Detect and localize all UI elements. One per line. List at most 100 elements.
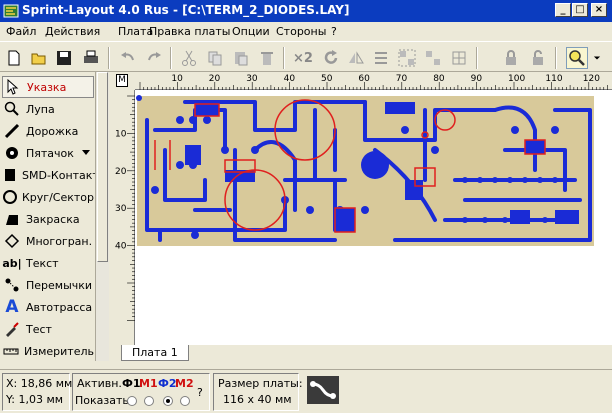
jumper-icon: [2, 275, 22, 295]
tool-label: Перемычки: [26, 278, 93, 292]
menu-edit-board[interactable]: Правка платы: [149, 25, 230, 38]
properties-button[interactable]: [448, 47, 470, 69]
group-icon: [398, 49, 416, 67]
polygon-icon: [2, 231, 22, 251]
delete-icon: [261, 52, 273, 65]
undo-icon: [121, 52, 134, 61]
toolbar-separator: [170, 47, 172, 69]
maximize-button[interactable]: □: [572, 3, 588, 17]
tool-pad[interactable]: Пятачок: [2, 142, 94, 164]
tool-polygon[interactable]: Многогран.: [2, 230, 94, 252]
ruler-label: 10: [171, 74, 183, 84]
ungroup-button[interactable]: [422, 47, 444, 69]
toolbar-separator: [283, 47, 285, 69]
layer-m1[interactable]: М1: [139, 377, 158, 390]
mirror-button[interactable]: [345, 47, 367, 69]
zoom-button[interactable]: [566, 47, 588, 69]
tool-text[interactable]: ab| Текст: [2, 252, 94, 274]
show-layer-f1-radio[interactable]: [127, 396, 137, 406]
unlock-button[interactable]: [527, 47, 549, 69]
paste-button[interactable]: [230, 47, 252, 69]
redo-icon: [148, 52, 161, 61]
layer-f1[interactable]: Ф1: [122, 377, 141, 390]
toolbar-separator: [108, 47, 110, 69]
ruler-label: 50: [321, 74, 333, 84]
close-button[interactable]: ×: [591, 3, 607, 17]
group-button[interactable]: [396, 47, 418, 69]
palette-scrollbar[interactable]: [95, 72, 109, 369]
tool-label: Круг/Сектор: [22, 190, 94, 204]
tool-label: Тест: [26, 322, 52, 336]
tool-label: Измеритель: [24, 344, 94, 358]
horizontal-ruler: 10 20 30 40 50 60 70 80 90 100 110 120: [135, 72, 612, 90]
print-button[interactable]: [80, 47, 102, 69]
tool-track[interactable]: Дорожка: [2, 120, 94, 142]
layer-f2[interactable]: Ф2: [158, 377, 177, 390]
tool-smd[interactable]: SMD-Контакт: [2, 164, 95, 186]
redo-button[interactable]: [143, 47, 165, 69]
title-bar[interactable]: Sprint-Layout 4.0 Rus - [C:\TERM_2_DIODE…: [0, 0, 612, 22]
menu-options[interactable]: Опции: [232, 25, 270, 38]
tool-magnifier[interactable]: Лупа: [2, 98, 94, 120]
ruler-label: 80: [433, 74, 445, 84]
board-size-panel: Размер платы: 116 x 40 мм: [213, 373, 303, 411]
ruler-corner-label: M: [116, 74, 128, 87]
paste-icon: [235, 52, 248, 66]
board-canvas[interactable]: [135, 90, 612, 352]
tool-test[interactable]: Тест: [2, 318, 94, 340]
new-button[interactable]: [3, 47, 25, 69]
ruler-label: 90: [471, 74, 483, 84]
tool-label: Дорожка: [26, 124, 79, 138]
layers-panel: Активн. Ф1 М1 Ф2 М2 ? Показать: [72, 373, 210, 411]
tool-ruler[interactable]: Измеритель: [2, 340, 94, 362]
lock-button[interactable]: [500, 47, 522, 69]
open-button[interactable]: [28, 47, 50, 69]
tool-pointer[interactable]: Указка: [2, 76, 94, 98]
show-layer-f2-radio[interactable]: [163, 396, 173, 406]
connection-icon[interactable]: [307, 376, 339, 404]
minimize-button[interactable]: _: [555, 3, 571, 17]
x-coordinate: X: 18,86 мм: [6, 377, 73, 390]
lock-icon: [506, 50, 516, 65]
tool-jumper[interactable]: Перемычки: [2, 274, 94, 296]
menu-sides[interactable]: Стороны: [276, 25, 326, 38]
tool-fill[interactable]: Закраска: [2, 208, 94, 230]
cut-icon: [182, 50, 196, 66]
menu-help[interactable]: ?: [331, 25, 337, 38]
scrollbar-thumb[interactable]: [97, 72, 108, 262]
save-button[interactable]: [53, 47, 75, 69]
new-icon: [8, 50, 20, 66]
board-origin-marker: [136, 95, 142, 101]
pcb-board[interactable]: [135, 90, 612, 352]
rotate-button[interactable]: [320, 47, 342, 69]
tool-label: Текст: [26, 256, 59, 270]
align-button[interactable]: [370, 47, 392, 69]
tool-autoroute[interactable]: A Автотрасса: [2, 296, 94, 318]
toolbar-overflow-button[interactable]: [590, 47, 604, 69]
layers-help[interactable]: ?: [197, 386, 203, 399]
menu-file[interactable]: Файл: [6, 25, 36, 38]
menu-board[interactable]: Плата: [118, 25, 153, 38]
copy-button[interactable]: [204, 47, 226, 69]
zoom-x2-button[interactable]: ×2: [292, 47, 314, 69]
ruler-icon: [2, 341, 20, 361]
undo-button[interactable]: [117, 47, 139, 69]
ruler-label: 120: [583, 74, 600, 84]
show-layer-m2-radio[interactable]: [180, 396, 190, 406]
horizontal-scrollbar[interactable]: [0, 361, 612, 369]
layer-m2[interactable]: М2: [175, 377, 194, 390]
ruler-label: 30: [115, 204, 127, 214]
ruler-corner[interactable]: M: [113, 72, 135, 90]
tab-board-1[interactable]: Плата 1: [121, 345, 189, 361]
ruler-label: 40: [284, 74, 296, 84]
chevron-down-icon[interactable]: [81, 150, 90, 156]
smd-pad-icon: [2, 165, 18, 185]
tool-circle[interactable]: Круг/Сектор: [2, 186, 94, 208]
menu-actions[interactable]: Действия: [45, 25, 100, 38]
show-layer-m1-radio[interactable]: [144, 396, 154, 406]
cut-button[interactable]: [178, 47, 200, 69]
pad-icon: [2, 143, 22, 163]
print-icon: [84, 50, 98, 63]
tool-label: Лупа: [26, 102, 55, 116]
delete-button[interactable]: [256, 47, 278, 69]
